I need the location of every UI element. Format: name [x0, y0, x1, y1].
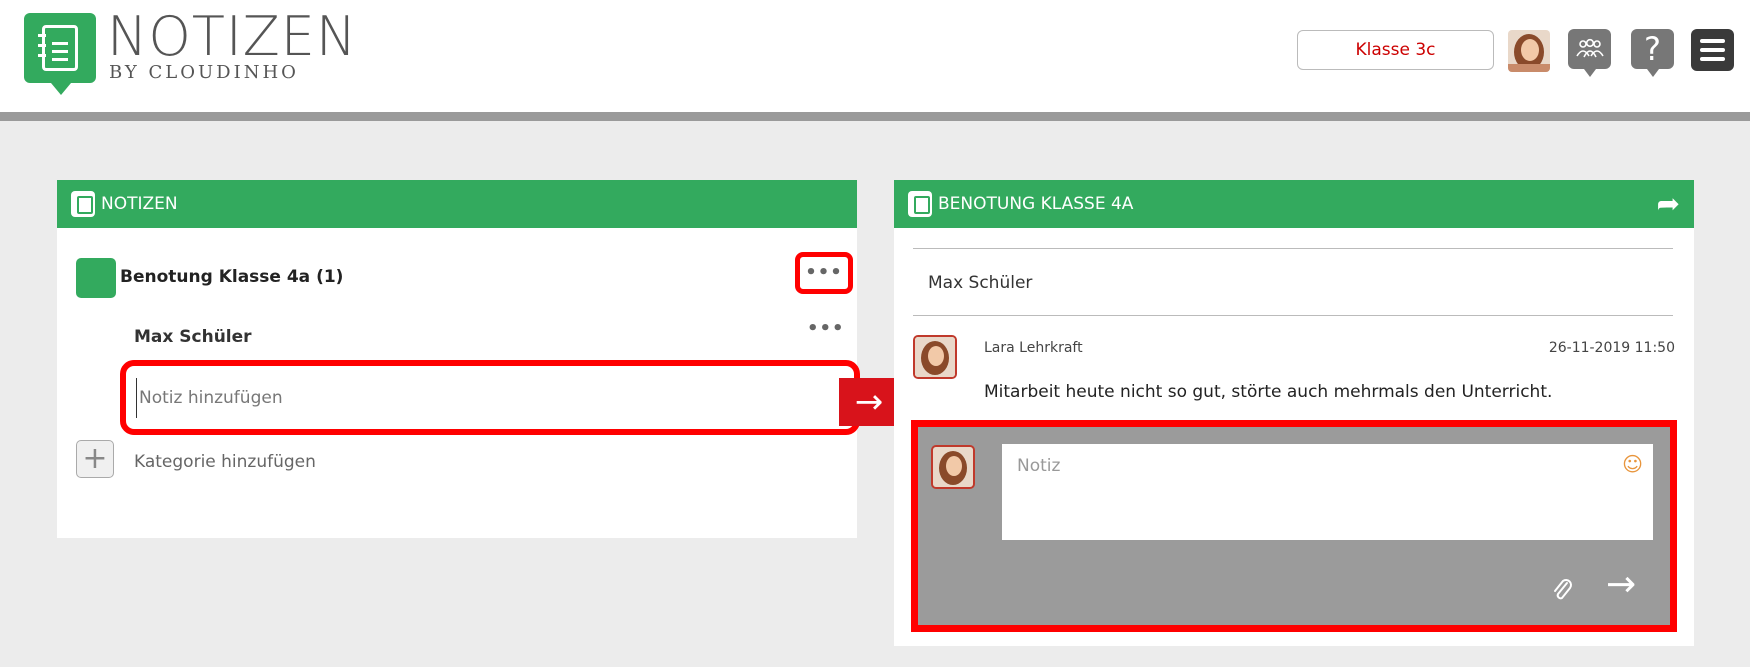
send-compose-button[interactable]: → [1606, 567, 1636, 603]
add-category-button[interactable]: + [76, 440, 114, 478]
student-more-button[interactable]: ••• [807, 320, 845, 338]
selected-student-name: Max Schüler [928, 273, 1033, 293]
help-icon[interactable]: ? [1631, 29, 1674, 77]
grading-panel: BENOTUNG KLASSE 4A ➦ Max Schüler Lara Le… [894, 180, 1694, 646]
compose-box: ☺ [1002, 444, 1653, 540]
category-more-button[interactable]: ••• [795, 252, 853, 294]
grading-panel-title: BENOTUNG KLASSE 4A [938, 194, 1134, 214]
app-logo-subtitle: BY CLOUDINHO [109, 62, 299, 83]
emoji-icon[interactable]: ☺ [1622, 454, 1643, 474]
message-author-avatar [913, 335, 957, 379]
add-category-label[interactable]: Kategorie hinzufügen [134, 452, 316, 472]
divider [913, 315, 1673, 316]
attachment-icon[interactable] [1550, 577, 1574, 607]
note-input[interactable] [136, 378, 776, 418]
compose-user-avatar [931, 445, 975, 489]
compose-note-input[interactable] [1002, 444, 1653, 540]
notes-panel-title: NOTIZEN [101, 194, 178, 214]
group-icon[interactable] [1568, 29, 1611, 77]
share-icon[interactable]: ➦ [1657, 190, 1680, 218]
grading-panel-header: BENOTUNG KLASSE 4A ➦ [894, 180, 1694, 228]
message-timestamp: 26-11-2019 11:50 [1548, 340, 1675, 356]
student-name[interactable]: Max Schüler [134, 327, 252, 347]
note-input-container: → [120, 360, 899, 435]
category-color-swatch[interactable] [76, 258, 116, 298]
menu-icon[interactable] [1691, 29, 1734, 71]
compose-area: ☺ → [911, 420, 1677, 632]
notes-panel-header: NOTIZEN [57, 180, 857, 228]
note-icon [908, 191, 932, 217]
category-title[interactable]: Benotung Klasse 4a (1) [120, 267, 343, 287]
more-dots-icon: ••• [805, 262, 843, 283]
message-author: Lara Lehrkraft [984, 340, 1083, 356]
notebook-logo-icon [24, 13, 96, 95]
divider [913, 248, 1673, 249]
app-header: NOTIZEN BY CLOUDINHO Klasse 3c ? [0, 0, 1750, 112]
user-avatar[interactable] [1508, 30, 1550, 72]
header-divider [0, 112, 1750, 121]
class-selector-button[interactable]: Klasse 3c [1297, 30, 1494, 70]
message-text: Mitarbeit heute nicht so gut, störte auc… [984, 382, 1553, 402]
app-logo-title: NOTIZEN [107, 5, 358, 68]
send-note-button[interactable]: → [839, 378, 899, 426]
notes-panel: NOTIZEN Benotung Klasse 4a (1) ••• Max S… [57, 180, 899, 538]
note-icon [71, 191, 95, 217]
